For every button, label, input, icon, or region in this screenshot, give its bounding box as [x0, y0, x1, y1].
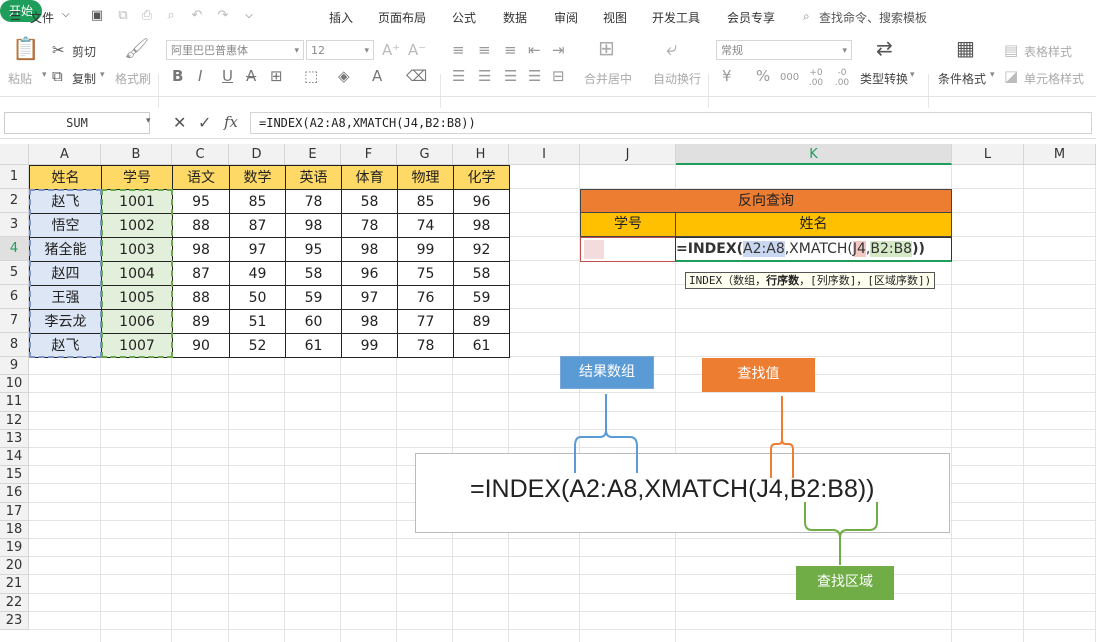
brace-lookup-range	[804, 502, 878, 565]
brace-lookup-value	[770, 396, 794, 478]
diagram-braces	[574, 394, 878, 565]
brace-result-array	[574, 394, 638, 473]
